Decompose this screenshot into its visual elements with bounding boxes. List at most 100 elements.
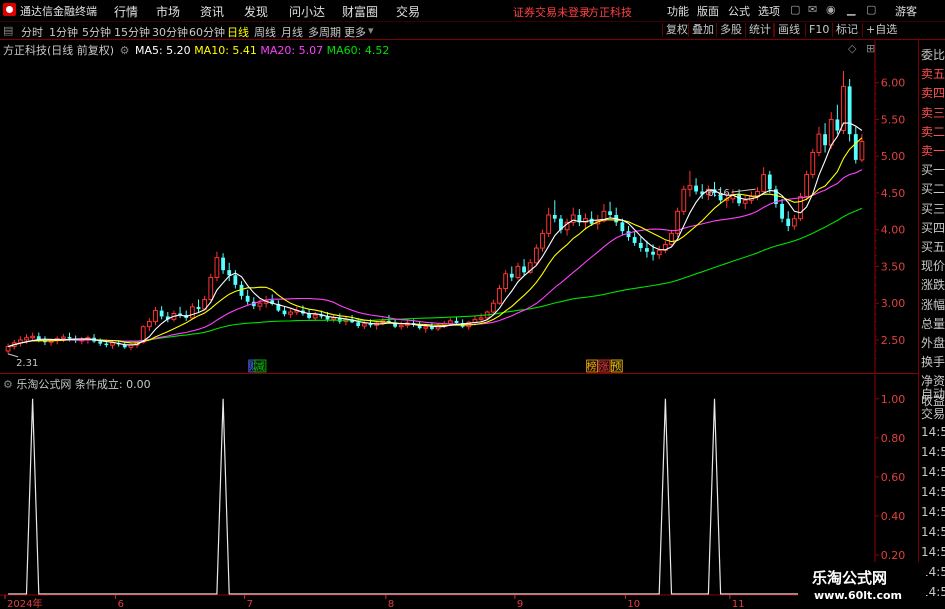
menu-item-gongshi[interactable]: 公式 <box>728 3 750 19</box>
y-tick-label: 4.00 <box>881 224 906 237</box>
menu-item-gongneng[interactable]: 功能 <box>667 3 689 19</box>
square-icon[interactable]: ▢ <box>790 3 800 16</box>
candle-body <box>430 326 434 329</box>
condition-value: 条件成立: 0.00 <box>74 378 151 391</box>
quote-field-label: 卖一 <box>921 144 945 158</box>
candle-body <box>533 247 539 264</box>
candle-body <box>423 326 429 329</box>
high-label: 6.16 <box>708 188 730 199</box>
toolbar-add-watchlist[interactable]: +自选 <box>862 23 900 37</box>
minimize-icon[interactable]: ▁ <box>847 3 855 16</box>
quote-field-label: 卖五 <box>921 67 945 82</box>
period-1min[interactable]: 1分钟 <box>49 24 78 40</box>
period-week[interactable]: 周线 <box>254 24 276 40</box>
menu-item-zixun[interactable]: 资讯 <box>200 3 224 20</box>
candle-body <box>221 257 225 271</box>
trade-tick-label: 交易 <box>921 407 945 421</box>
maximize-icon[interactable]: ▢ <box>866 3 876 16</box>
period-toolbar: ▤ 分时 1分钟 5分钟 15分钟 30分钟 60分钟 日线 周线 月线 多周期… <box>0 22 945 40</box>
app-title: 通达信金融终端 <box>20 5 97 18</box>
mail-icon[interactable]: ✉ <box>808 3 817 16</box>
candle-body <box>196 306 201 310</box>
sub-y-tick-label: 0.20 <box>881 549 906 562</box>
candle-body <box>589 218 594 224</box>
toolbar-fuquan[interactable]: 复权 <box>662 23 691 37</box>
trade-tick-label: 自动 <box>921 387 945 401</box>
menu-item-faxian[interactable]: 发现 <box>244 3 268 20</box>
y-tick-label: 5.00 <box>881 150 906 163</box>
candle-body <box>638 242 643 249</box>
period-multi[interactable]: 多周期 <box>308 24 341 40</box>
chart-background <box>0 40 875 374</box>
stock-title: 方正科技(日线 前复权) <box>3 44 115 57</box>
period-30min[interactable]: 30分钟 <box>152 24 188 40</box>
candle-body <box>503 273 509 290</box>
candle-body <box>5 346 11 352</box>
sub-background <box>0 375 875 609</box>
candle-body <box>798 196 803 220</box>
candle-body <box>361 323 367 327</box>
menu-item-banmian[interactable]: 版面 <box>697 3 719 19</box>
login-warning[interactable]: 证券交易未登录 <box>513 4 590 20</box>
toolbar-biaoji[interactable]: 标记 <box>832 23 861 37</box>
sub-y-tick-label: 0.40 <box>881 510 906 523</box>
candle-body <box>98 341 103 344</box>
guest-label[interactable]: 游客 <box>895 3 917 19</box>
toolbar-duogu[interactable]: 多股 <box>716 23 745 37</box>
x-tick-label: 10 <box>627 599 640 609</box>
candle-body <box>522 266 526 273</box>
y-tick-label: 5.50 <box>881 113 906 126</box>
candle-body <box>67 337 72 339</box>
quote-field-label: 买三 <box>921 201 945 216</box>
candle-body <box>282 310 287 315</box>
menu-item-hangqing[interactable]: 行情 <box>114 3 138 20</box>
period-5min[interactable]: 5分钟 <box>82 24 111 40</box>
period-more[interactable]: 更多 <box>344 24 366 40</box>
candle-body <box>146 321 152 328</box>
candle-body <box>742 199 748 204</box>
menu-item-jiaoyi[interactable]: 交易 <box>396 3 420 20</box>
menu-item-wenxiaoda[interactable]: 问小达 <box>289 3 325 20</box>
period-15min[interactable]: 15分钟 <box>114 24 150 40</box>
y-tick-label: 4.50 <box>881 187 906 200</box>
x-tick-label: 7 <box>247 599 253 609</box>
toolbar-f10[interactable]: F10 <box>805 23 832 37</box>
candle-body <box>780 203 784 219</box>
dropdown-icon[interactable]: ▾ <box>368 24 374 37</box>
candle-body <box>233 275 238 285</box>
diamond-icon[interactable]: ◇ <box>848 42 856 55</box>
sub-y-tick-label: 1.00 <box>881 393 906 406</box>
quote-field-label: 卖二 <box>921 124 945 139</box>
trade-tick-label: 14:56 <box>921 505 945 519</box>
settings-icon[interactable]: ⚙ <box>3 378 13 391</box>
candle-body <box>227 270 232 276</box>
candle-body <box>331 317 337 320</box>
menu-item-shichang[interactable]: 市场 <box>156 3 180 20</box>
candle-body <box>153 310 158 323</box>
toolbar-diejia[interactable]: 叠加 <box>688 23 717 37</box>
ma20-legend: MA20: 5.07 <box>260 44 324 57</box>
candle-body <box>786 218 791 227</box>
period-day[interactable]: 日线 <box>227 24 249 40</box>
ma5-legend: MA5: 5.20 <box>134 44 191 57</box>
layout-icon[interactable]: ▤ <box>3 24 13 37</box>
help-icon[interactable]: ◉ <box>826 3 836 16</box>
toolbar-tongji[interactable]: 统计 <box>745 23 774 37</box>
toolbar-huaxian[interactable]: 画线 <box>774 23 803 37</box>
period-60min[interactable]: 60分钟 <box>189 24 225 40</box>
trade-tick-label: 14:56 <box>921 445 945 459</box>
period-month[interactable]: 月线 <box>281 24 303 40</box>
y-tick-label: 6.00 <box>881 77 906 90</box>
main-legend: 方正科技(日线 前复权) ⚙ MA5: 5.20 MA10: 5.41 MA20… <box>3 42 389 58</box>
menu-item-xuanxiang[interactable]: 选项 <box>758 3 780 19</box>
quote-field-label: 买一 <box>921 163 945 178</box>
candle-body <box>632 237 637 243</box>
formula-title: 乐淘公式网 <box>16 378 72 391</box>
zoom-icon[interactable]: ⊞ <box>866 42 875 55</box>
settings-icon[interactable]: ⚙ <box>120 44 130 57</box>
candle-body <box>208 276 214 301</box>
menu-item-caifuquan[interactable]: 财富圈 <box>342 3 378 20</box>
candle-body <box>669 232 674 245</box>
x-tick-label: 8 <box>388 599 394 609</box>
period-fenshi[interactable]: 分时 <box>21 24 43 40</box>
